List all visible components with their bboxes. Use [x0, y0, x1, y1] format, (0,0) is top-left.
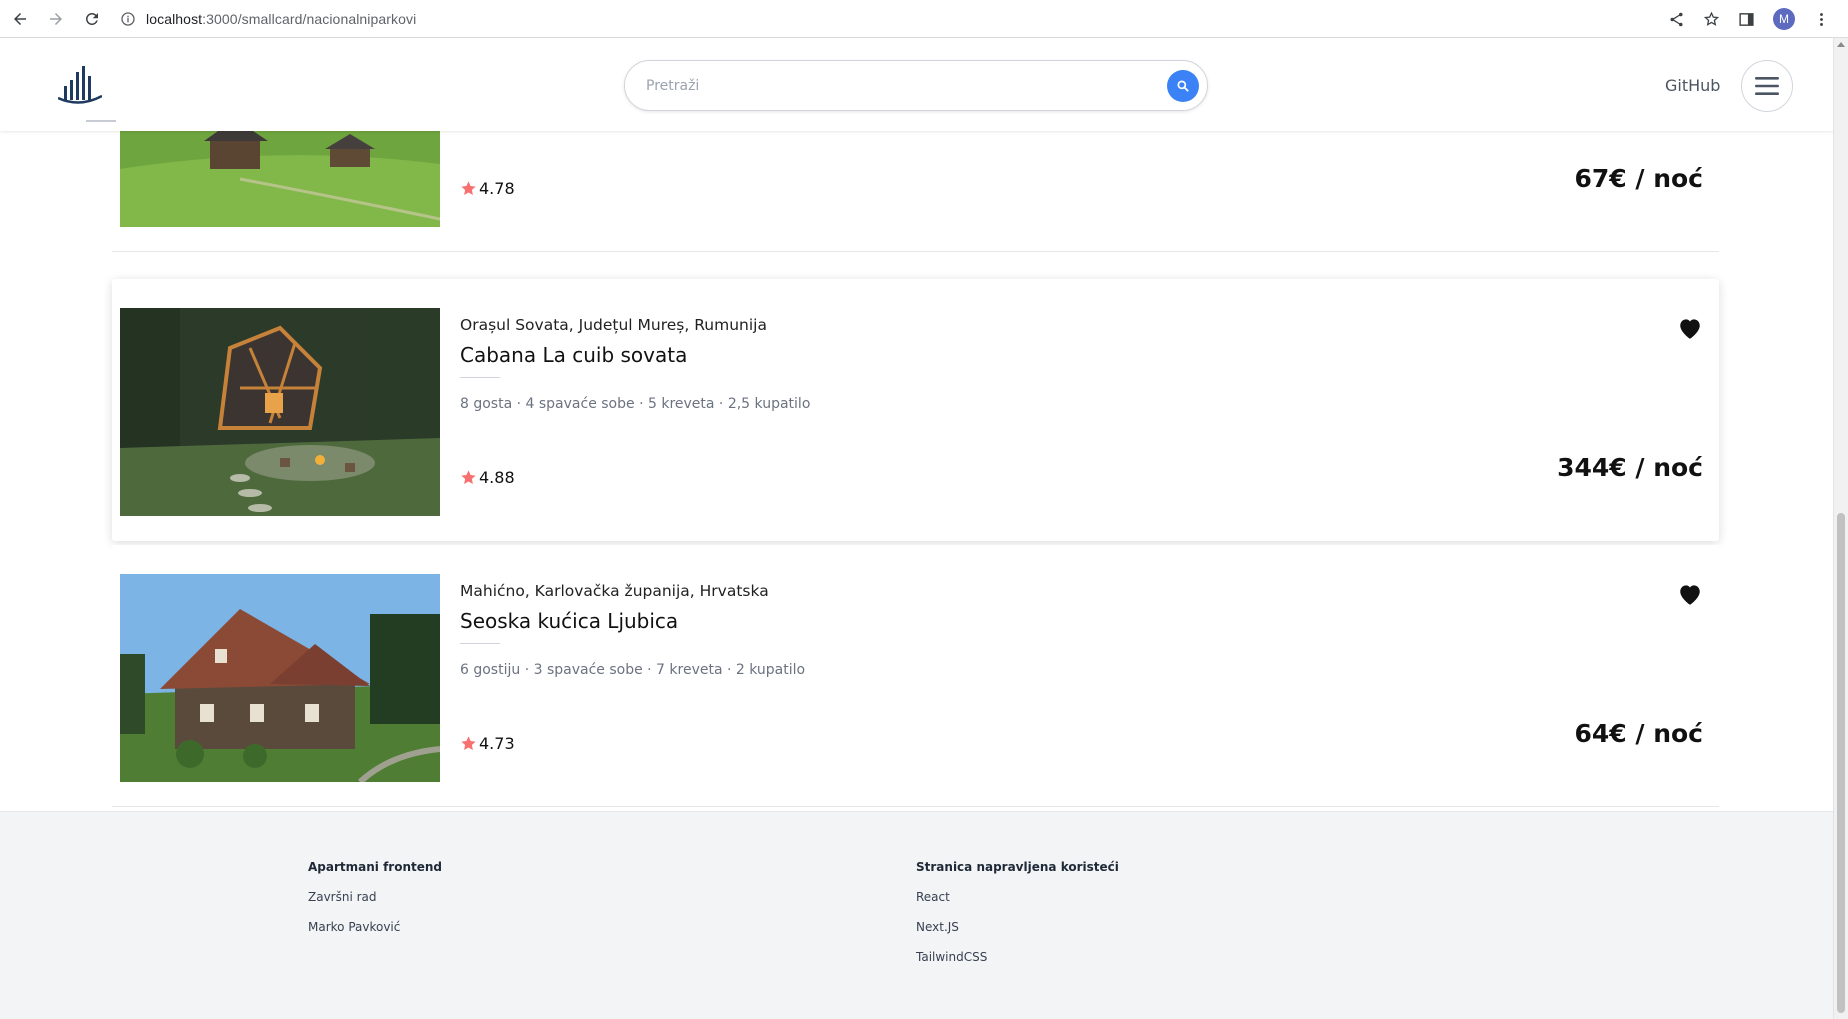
listing-price: 344€ / noć [1557, 453, 1703, 482]
footer-link[interactable]: Marko Pavković [308, 920, 442, 934]
site-header: GitHub [0, 38, 1833, 131]
site-footer: Apartmani frontend Završni rad Marko Pav… [0, 811, 1833, 1019]
side-panel-icon[interactable] [1738, 11, 1755, 28]
rating-value: 4.73 [479, 734, 515, 753]
listing-card[interactable]: Mahićno, Karlovačka županija, Hrvatska S… [112, 545, 1719, 807]
search-icon [1177, 80, 1189, 92]
heart-icon[interactable] [1677, 316, 1703, 340]
bookmark-star-icon[interactable] [1703, 11, 1720, 28]
url-path: :3000/smallcard/nacionalniparkovi [202, 10, 417, 27]
listing-price: 67€ / noć [1574, 164, 1703, 193]
forest-a-frame-photo [120, 308, 440, 516]
share-icon[interactable] [1668, 11, 1685, 28]
reload-icon [85, 12, 98, 25]
listing-location: Orașul Sovata, Județul Mureș, Rumunija [460, 316, 767, 334]
browser-actions: M [1668, 0, 1830, 38]
star-icon [461, 181, 476, 195]
listing-card[interactable]: Orașul Sovata, Județul Mureș, Rumunija C… [112, 279, 1719, 541]
scroll-thumb[interactable] [1837, 513, 1845, 1013]
listing-photo[interactable] [120, 308, 440, 516]
back-button[interactable] [4, 3, 36, 35]
hamburger-icon [1755, 77, 1779, 95]
star-icon [461, 736, 476, 750]
rating-value: 4.78 [479, 179, 515, 198]
logo-caption [86, 120, 116, 122]
footer-heading: Apartmani frontend [308, 860, 442, 874]
listing-location: Mahićno, Karlovačka županija, Hrvatska [460, 582, 769, 600]
listing-title[interactable]: Seoska kućica Ljubica [460, 609, 678, 633]
footer-column-about: Apartmani frontend Završni rad Marko Pav… [308, 860, 442, 950]
footer-column-tech: Stranica napravljena koristeći React Nex… [916, 860, 1119, 980]
footer-link[interactable]: TailwindCSS [916, 950, 1119, 964]
rating-value: 4.88 [479, 468, 515, 487]
footer-link[interactable]: Završni rad [308, 890, 442, 904]
search-input[interactable] [646, 73, 1146, 99]
listing-photo[interactable] [120, 574, 440, 782]
country-house-photo [120, 574, 440, 782]
listing-rating: 4.78 [460, 179, 515, 198]
forward-button[interactable] [40, 3, 72, 35]
heart-icon[interactable] [1677, 582, 1703, 606]
listing-title[interactable]: Cabana La cuib sovata [460, 343, 687, 367]
star-icon [461, 470, 476, 484]
search-bar [624, 60, 1208, 111]
listing-rating: 4.73 [460, 734, 515, 753]
profile-avatar[interactable]: M [1773, 8, 1795, 30]
info-icon[interactable] [120, 11, 136, 27]
page-scrollbar[interactable] [1833, 38, 1848, 1019]
listing-details: 6 gostiju · 3 spavaće sobe · 7 kreveta ·… [460, 662, 806, 678]
footer-heading: Stranica napravljena koristeći [916, 860, 1119, 874]
listing-details: 8 gosta · 4 spavaće sobe · 5 kreveta · 2… [460, 396, 811, 412]
github-link[interactable]: GitHub [1665, 76, 1720, 95]
more-vertical-icon[interactable] [1813, 11, 1830, 28]
footer-link[interactable]: Next.JS [916, 920, 1119, 934]
logo-icon[interactable] [58, 64, 102, 106]
url-text[interactable]: localhost:3000/smallcard/nacionalniparko… [146, 11, 416, 27]
arrow-left-icon [14, 12, 26, 25]
browser-toolbar: localhost:3000/smallcard/nacionalniparko… [0, 0, 1848, 38]
title-divider [460, 643, 500, 644]
footer-link[interactable]: React [916, 890, 1119, 904]
listing-list: 4.78 67€ / noć Orașul Sovata, Județul Mu… [0, 38, 1833, 811]
menu-button[interactable] [1741, 60, 1793, 112]
listing-rating: 4.88 [460, 468, 515, 487]
url-host: localhost [146, 10, 203, 27]
address-bar[interactable]: localhost:3000/smallcard/nacionalniparko… [120, 4, 416, 34]
title-divider [460, 377, 500, 378]
reload-button[interactable] [76, 3, 108, 35]
scroll-up-arrow[interactable] [1837, 42, 1845, 47]
search-button[interactable] [1167, 70, 1199, 102]
arrow-right-icon [50, 12, 62, 25]
listing-price: 64€ / noć [1574, 719, 1703, 748]
